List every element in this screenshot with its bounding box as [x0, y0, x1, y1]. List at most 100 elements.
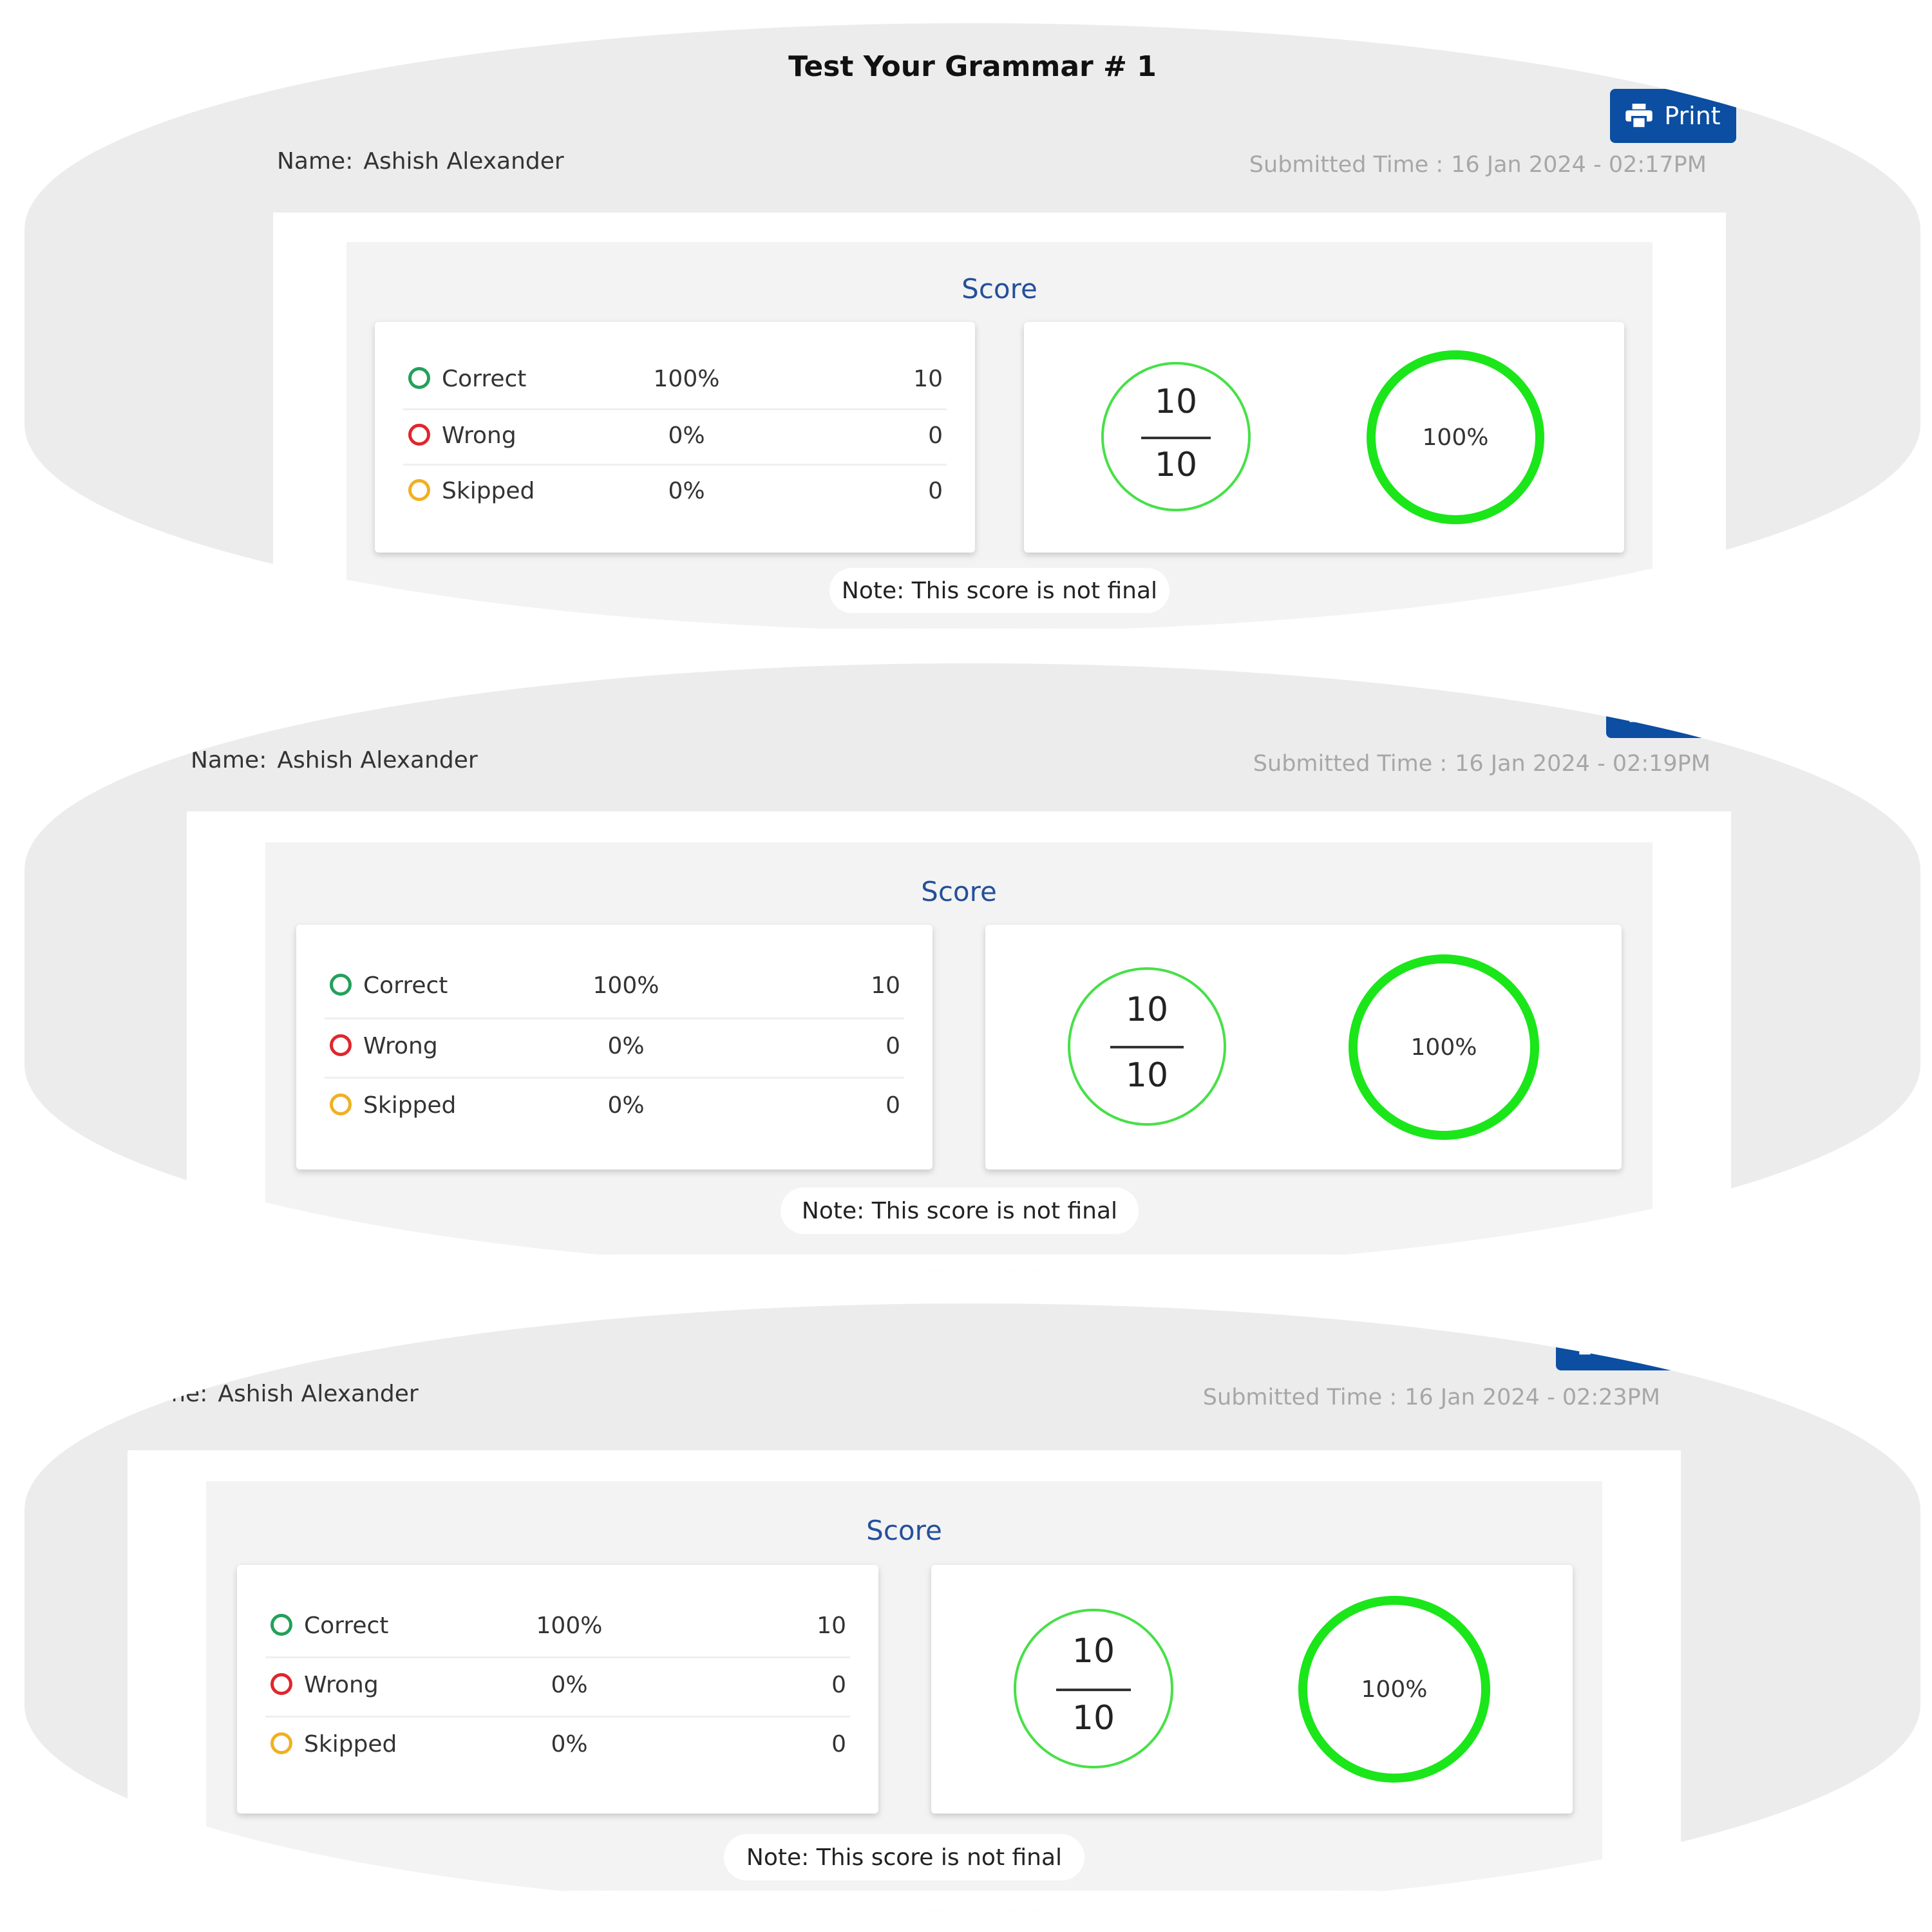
- stat-percent: 0%: [668, 422, 705, 449]
- skipped-circle-icon: [408, 479, 430, 501]
- stat-label: Wrong: [363, 1033, 438, 1059]
- name-label: Name:: [277, 148, 354, 175]
- graph-box: 10 10 100%: [931, 1565, 1573, 1814]
- stat-percent: 0%: [607, 1092, 645, 1119]
- print-button[interactable]: Print: [1606, 684, 1732, 738]
- fraction-numerator: 10: [1072, 1632, 1115, 1671]
- score-fraction-circle: 10 10: [1014, 1609, 1173, 1768]
- score-title: Score: [921, 876, 997, 907]
- score-note: Note: This score is not final: [829, 568, 1170, 613]
- score-section: Score Correct 100% 10 Wrong 0% 0 Skipped: [206, 1481, 1602, 1891]
- wrong-circle-icon: [270, 1673, 292, 1695]
- stat-percent: 100%: [592, 972, 659, 999]
- skipped-circle-icon: [330, 1094, 352, 1115]
- stat-label: Wrong: [442, 422, 516, 449]
- result-card: Score Correct 100% 10 Wrong 0% 0 Skipped: [273, 213, 1726, 631]
- stats-box: Correct 100% 10 Wrong 0% 0 Skipped 0% 0: [296, 925, 933, 1170]
- result-panel-3: Print Name: Ashish Alexander Submitted T…: [24, 1303, 1920, 1911]
- graph-box: 10 10 100%: [985, 925, 1622, 1170]
- score-section: Score Correct 100% 10 Wrong 0% 0 Skipped: [346, 242, 1653, 629]
- percent-ring-label: 100%: [1422, 424, 1489, 451]
- stat-percent: 0%: [607, 1033, 645, 1059]
- stats-box: Correct 100% 10 Wrong 0% 0 Skipped 0% 0: [375, 322, 975, 553]
- stat-row-correct: Correct 100% 10: [403, 353, 947, 410]
- submitted-time-row: Submitted Time : 16 Jan 2024 - 02:23PM: [1203, 1385, 1660, 1410]
- correct-circle-icon: [330, 974, 352, 996]
- stat-label: Skipped: [304, 1731, 397, 1757]
- name-label: Name:: [191, 747, 267, 773]
- fraction-bar: [1056, 1689, 1131, 1691]
- percent-ring-label: 100%: [1410, 1034, 1477, 1061]
- score-section: Score Correct 100% 10 Wrong 0% 0 Skipped: [265, 842, 1653, 1255]
- fraction-bar: [1141, 437, 1211, 439]
- fraction-numerator: 10: [1154, 383, 1198, 421]
- score-fraction-circle: 10 10: [1068, 967, 1226, 1126]
- stat-percent: 0%: [551, 1731, 588, 1757]
- fraction-numerator: 10: [1125, 990, 1169, 1029]
- print-label: Print: [1660, 697, 1717, 725]
- result-panel-1: Test Your Grammar # 1 Print Name: Ashish…: [24, 23, 1920, 631]
- submitted-label: Submitted Time :: [1253, 751, 1448, 777]
- stat-label: Correct: [363, 972, 448, 999]
- fraction-denominator: 10: [1072, 1699, 1115, 1738]
- stat-count: 10: [871, 972, 900, 999]
- stat-count: 0: [928, 478, 943, 504]
- stat-count: 0: [928, 422, 943, 449]
- stat-row-skipped: Skipped 0% 0: [265, 1716, 850, 1775]
- stat-count: 0: [886, 1092, 900, 1119]
- submitted-label: Submitted Time :: [1249, 152, 1444, 178]
- student-name-row: Name: Ashish Alexander: [277, 148, 564, 175]
- fraction-denominator: 10: [1125, 1056, 1169, 1095]
- student-name: Ashish Alexander: [218, 1381, 419, 1407]
- submitted-time: 16 Jan 2024 - 02:17PM: [1451, 152, 1707, 178]
- percent-ring: 100%: [1298, 1596, 1490, 1783]
- page-title: Test Your Grammar # 1: [788, 50, 1157, 83]
- stat-label: Correct: [304, 1613, 389, 1639]
- skipped-circle-icon: [270, 1732, 292, 1754]
- stat-count: 10: [817, 1613, 846, 1639]
- wrong-circle-icon: [330, 1034, 352, 1056]
- stat-row-wrong: Wrong 0% 0: [403, 408, 947, 466]
- submitted-time-row: Submitted Time : 16 Jan 2024 - 02:19PM: [1253, 751, 1710, 777]
- stat-count: 0: [831, 1731, 846, 1757]
- fraction-bar: [1110, 1046, 1184, 1048]
- percent-ring: 100%: [1349, 954, 1539, 1140]
- student-name-row: Name: Ashish Alexander: [191, 747, 478, 773]
- stat-row-skipped: Skipped 0% 0: [403, 464, 947, 519]
- printer-icon: [1622, 699, 1649, 723]
- correct-circle-icon: [408, 367, 430, 389]
- percent-ring-label: 100%: [1361, 1676, 1428, 1703]
- print-button[interactable]: Print: [1610, 89, 1736, 143]
- print-button[interactable]: Print: [1556, 1316, 1682, 1370]
- score-title: Score: [866, 1515, 942, 1546]
- score-title: Score: [961, 273, 1037, 305]
- submitted-label: Submitted Time :: [1202, 1385, 1397, 1410]
- submitted-time: 16 Jan 2024 - 02:19PM: [1455, 751, 1710, 777]
- submitted-time: 16 Jan 2024 - 02:23PM: [1405, 1385, 1660, 1410]
- score-fraction-circle: 10 10: [1101, 362, 1251, 511]
- result-card: Score Correct 100% 10 Wrong 0% 0 Skipped: [187, 811, 1731, 1271]
- stat-count: 10: [913, 366, 943, 392]
- score-note: Note: This score is not final: [781, 1188, 1139, 1234]
- graph-box: 10 10 100%: [1024, 322, 1624, 553]
- stat-label: Wrong: [304, 1672, 379, 1698]
- stat-row-wrong: Wrong 0% 0: [265, 1656, 850, 1718]
- stat-count: 0: [831, 1672, 846, 1698]
- student-name: Ashish Alexander: [277, 747, 478, 773]
- stat-percent: 0%: [668, 478, 705, 504]
- print-label: Print: [1610, 1329, 1667, 1358]
- fraction-denominator: 10: [1154, 446, 1198, 484]
- result-panel-2: Print Name: Ashish Alexander Submitted T…: [24, 663, 1920, 1271]
- printer-icon: [1571, 1331, 1599, 1356]
- print-label: Print: [1664, 102, 1721, 130]
- stat-label: Skipped: [363, 1092, 457, 1119]
- stat-row-correct: Correct 100% 10: [265, 1597, 850, 1658]
- stat-row-wrong: Wrong 0% 0: [325, 1018, 904, 1079]
- student-name-row: Name: Ashish Alexander: [131, 1381, 419, 1407]
- stat-count: 0: [886, 1033, 900, 1059]
- stats-box: Correct 100% 10 Wrong 0% 0 Skipped 0% 0: [237, 1565, 878, 1814]
- result-card: Score Correct 100% 10 Wrong 0% 0 Skipped: [128, 1450, 1681, 1911]
- stat-label: Correct: [442, 366, 527, 392]
- stat-percent: 100%: [536, 1613, 603, 1639]
- stat-percent: 100%: [653, 366, 720, 392]
